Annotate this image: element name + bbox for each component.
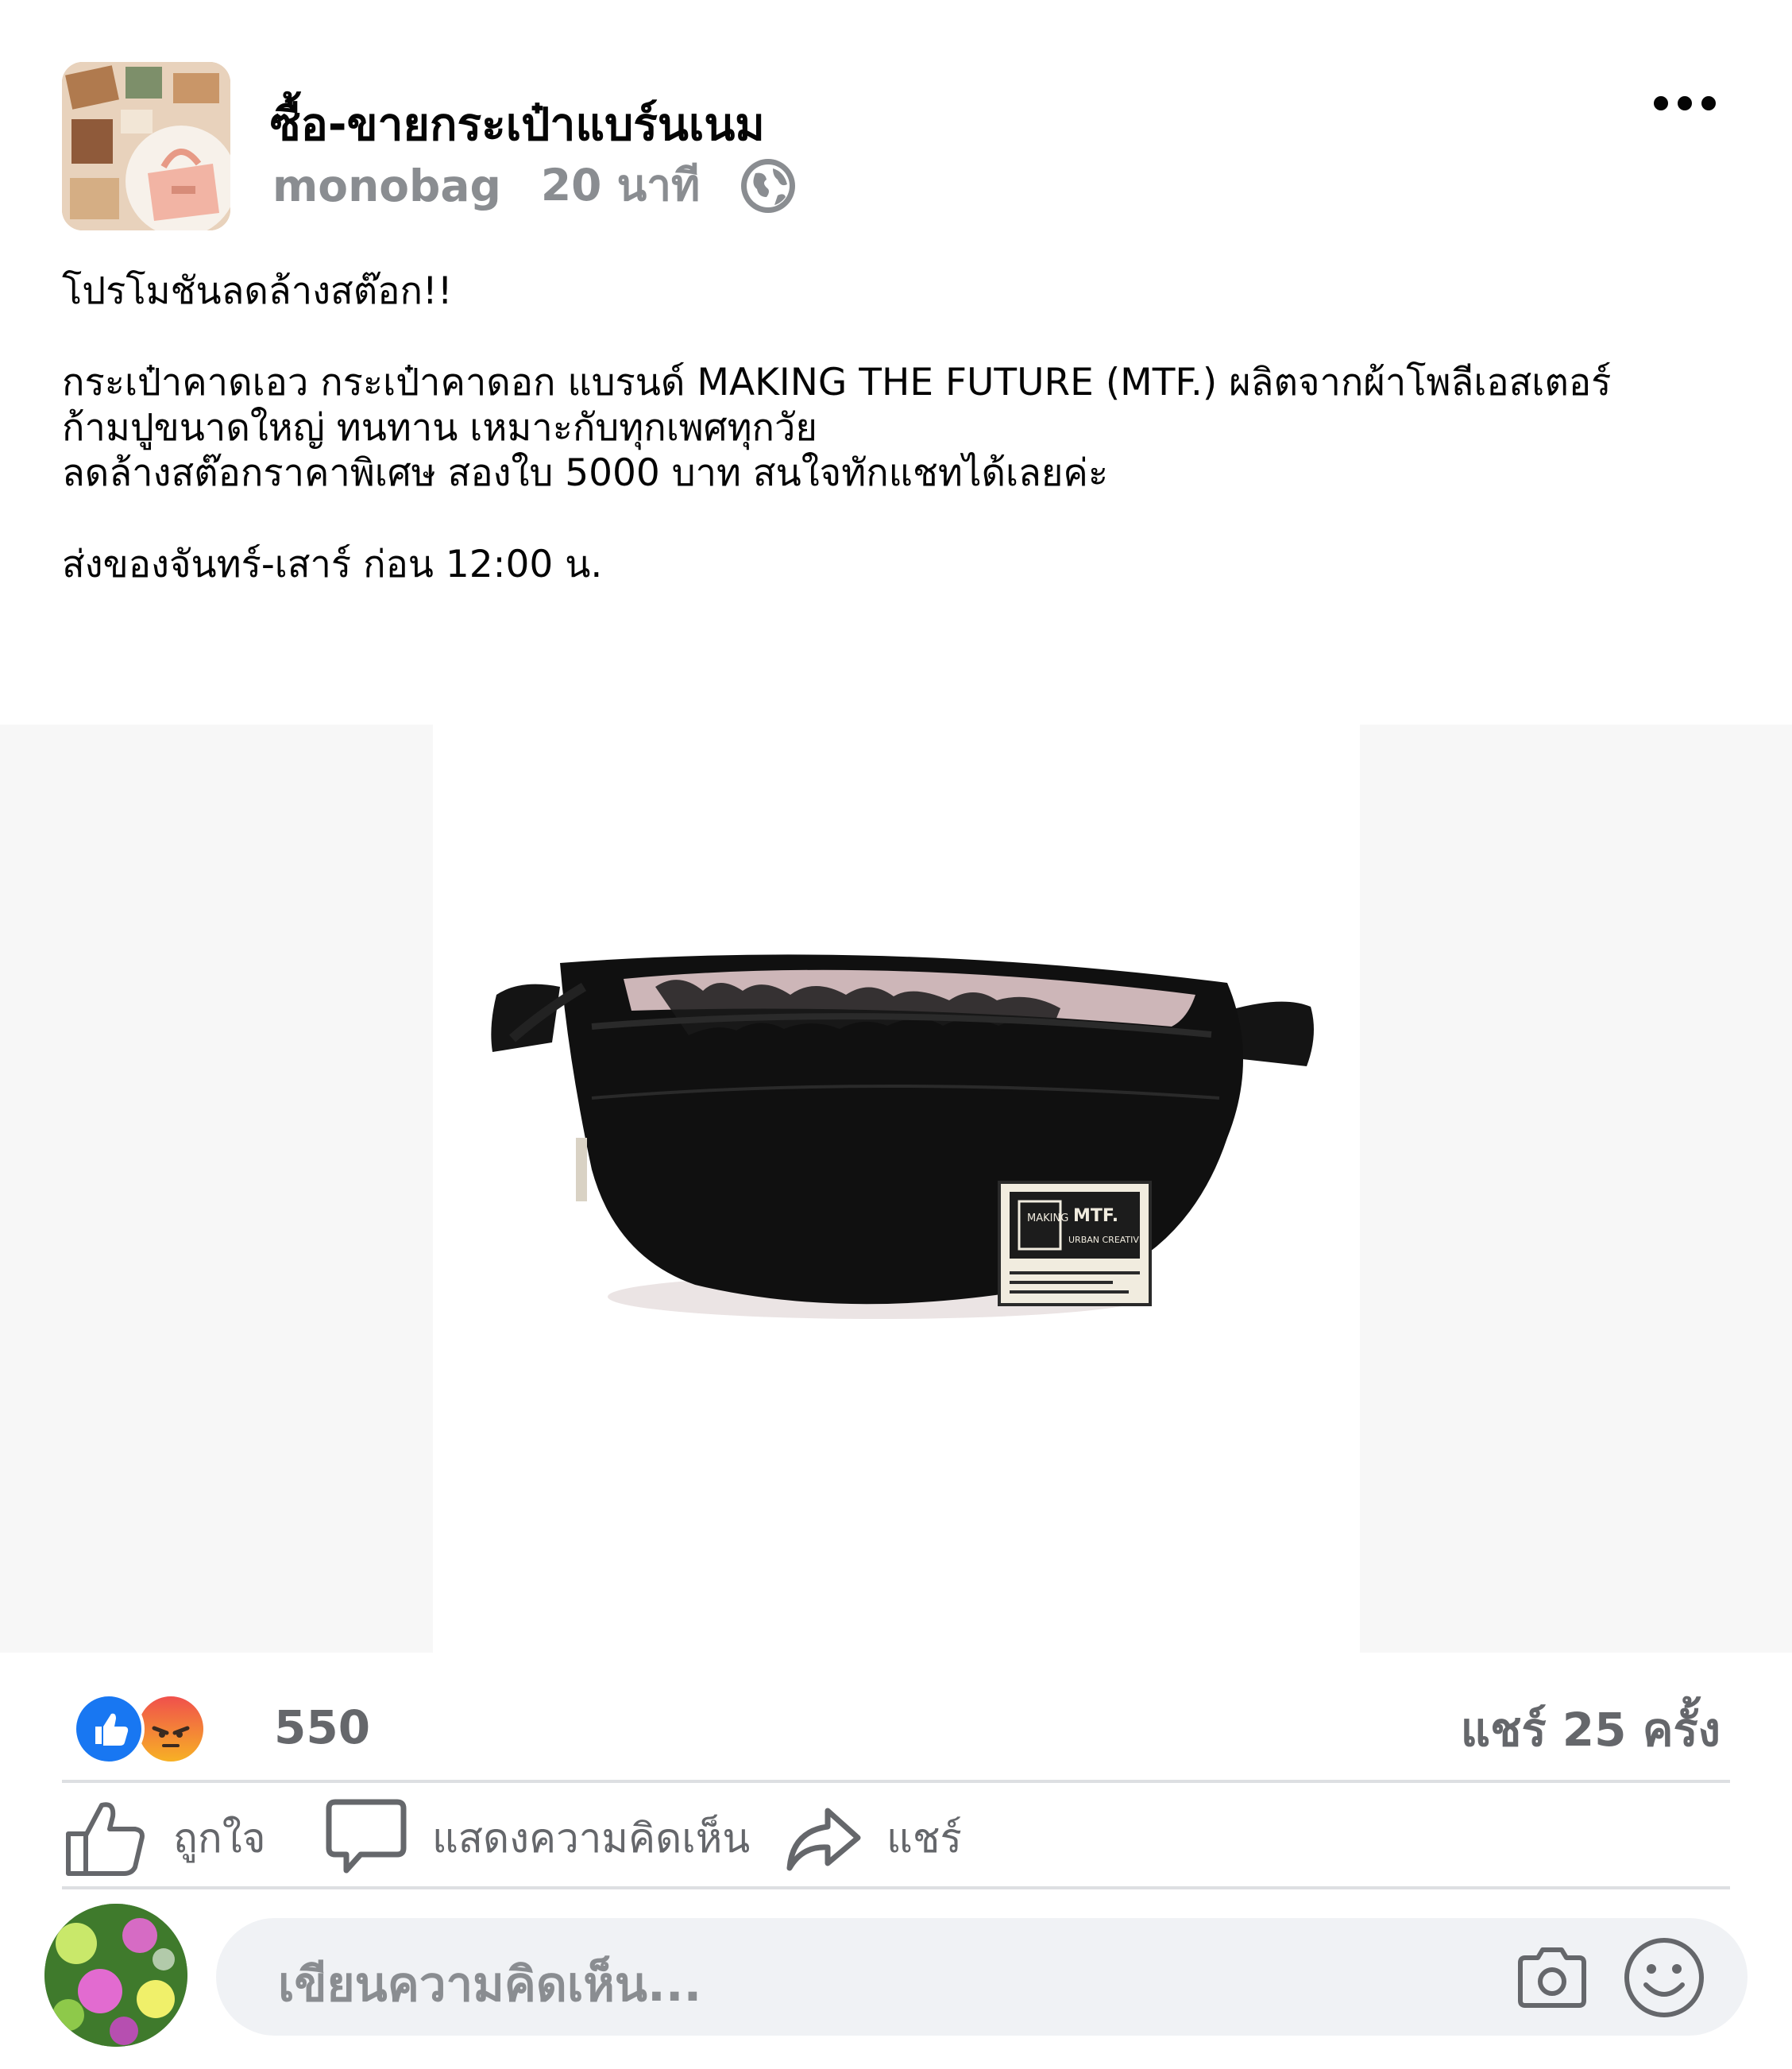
share-button[interactable]: แชร์: [783, 1794, 962, 1881]
post-photo[interactable]: MAKING MTF. URBAN CREATIVE: [433, 725, 1360, 1653]
username[interactable]: monobag: [272, 160, 501, 211]
user-avatar-image: [44, 1904, 187, 2047]
comment-input-placeholder[interactable]: เขียนความคิดเห็น...: [278, 1947, 701, 2022]
divider: [62, 1886, 1730, 1889]
post-meta: monobag 20 นาที: [272, 151, 798, 220]
share-count[interactable]: แชร์ 25 ครั้ง: [1461, 1692, 1721, 1766]
post-text-line: ลดล้างสต๊อกราคาพิเศษ สองใบ 5000 บาท สนใจ…: [62, 451, 1109, 495]
waist-bag-image: MAKING MTF. URBAN CREATIVE: [491, 954, 1314, 1319]
angry-reaction-icon: [135, 1693, 207, 1765]
badge-left-text: MAKING: [1027, 1212, 1068, 1224]
badge-right-text: URBAN CREATIVE: [1068, 1235, 1145, 1245]
photo-padding-left: [0, 725, 433, 1653]
reaction-count[interactable]: 550: [274, 1700, 370, 1754]
divider: [62, 1780, 1730, 1783]
badge-brand: MTF.: [1073, 1206, 1118, 1226]
page-avatar[interactable]: [62, 62, 230, 230]
like-label: ถูกใจ: [173, 1815, 266, 1862]
post-text-line: โปรโมชันลดล้างสต๊อก!!: [62, 269, 453, 313]
comment-label: แสดงความคิดเห็น: [432, 1815, 751, 1862]
like-reaction-icon: [73, 1693, 145, 1765]
photo-padding-right: [1360, 725, 1792, 1653]
post-text: โปรโมชันลดล้างสต๊อก!! กระเป๋าคาดเอว กระเ…: [62, 269, 1730, 587]
comment-button[interactable]: แสดงความคิดเห็น: [321, 1794, 750, 1881]
share-arrow-icon: [786, 1808, 861, 1871]
thumbs-up-icon: [66, 1802, 145, 1876]
page-name[interactable]: ซื้อ-ขายกระเป๋าแบร์นเนม: [270, 89, 765, 160]
like-button[interactable]: ถูกใจ: [62, 1794, 266, 1881]
camera-icon[interactable]: [1514, 1939, 1590, 2015]
post-text-line: กระเป๋าคาดเอว กระเป๋าคาดอก แบรนด์ MAKING…: [62, 361, 1612, 404]
page-avatar-image: [62, 62, 230, 230]
user-avatar[interactable]: [44, 1904, 187, 2047]
emoji-icon[interactable]: [1622, 1936, 1706, 2020]
post-time[interactable]: 20 นาที: [541, 151, 700, 220]
post-text-line: ก้ามปูขนาดใหญ่ ทนทาน เหมาะกับทุกเพศทุกวั…: [62, 406, 817, 450]
post-text-line: ส่งของจันทร์-เสาร์ ก่อน 12:00 น.: [62, 543, 603, 586]
comment-icon: [326, 1799, 407, 1874]
share-label: แชร์: [886, 1815, 962, 1862]
reaction-icons[interactable]: [73, 1691, 207, 1767]
more-options-icon[interactable]: [1649, 79, 1721, 127]
globe-icon: [741, 158, 796, 213]
